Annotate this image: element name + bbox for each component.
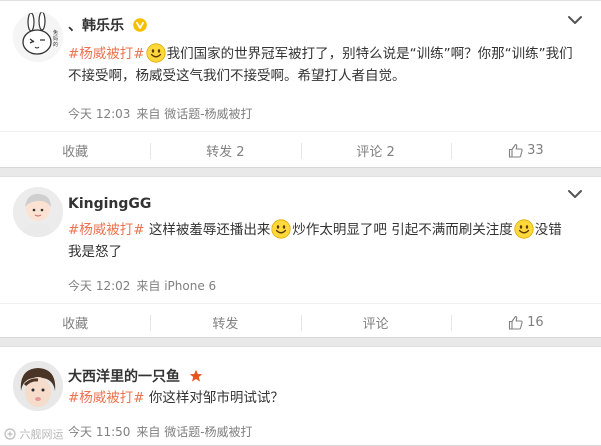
logo-icon bbox=[4, 428, 16, 440]
post-content: #杨威被打# 你这样对邹市明试试？ bbox=[68, 387, 578, 409]
content-text: 这样被羞辱还播出来 bbox=[144, 222, 271, 238]
like-count: 16 bbox=[527, 315, 544, 330]
post-time[interactable]: 今天 12:02 bbox=[68, 279, 130, 293]
collect-button[interactable]: 收藏 bbox=[0, 304, 150, 341]
watermark-text: 六舰网运 bbox=[19, 428, 64, 441]
repost-button[interactable]: 转发 2 bbox=[150, 132, 300, 169]
content-line: #杨威被打# 你这样对邹市明试试？ bbox=[68, 387, 578, 409]
smile-emoji-icon bbox=[271, 219, 292, 239]
comment-label: 评论 2 bbox=[356, 145, 395, 160]
post-time[interactable]: 今天 12:03 bbox=[68, 107, 130, 121]
thumb-up-icon bbox=[509, 143, 523, 158]
content-line: 不接受啊，杨威受这气我们不接受啊。希望打人者自觉。 bbox=[68, 65, 578, 87]
post-meta: 今天 11:50 来自 微话题-杨威被打 bbox=[68, 423, 253, 440]
comment-label: 评论 bbox=[362, 317, 389, 332]
author-name[interactable]: 大西洋里的一只鱼 bbox=[68, 366, 203, 386]
post-card: KingingGG #杨威被打# 这样被羞辱还播出来 炒作太明显了吧 引起不满而刷… bbox=[0, 176, 601, 338]
content-line: #杨威被打# 我们国家的世界冠军被打了，别特么说是“训练”啊？你那“训练”我们 bbox=[68, 43, 578, 65]
chevron-down-icon[interactable] bbox=[568, 15, 582, 25]
like-count: 33 bbox=[527, 143, 544, 158]
avatar[interactable] bbox=[13, 187, 63, 237]
content-text: 不接受啊，杨威受这气我们不接受啊。希望打人者自觉。 bbox=[68, 68, 406, 84]
like-button[interactable]: 33 bbox=[450, 132, 601, 169]
content-line: #杨威被打# 这样被羞辱还播出来 炒作太明显了吧 引起不满而刷关注度 没错 bbox=[68, 219, 578, 241]
author-name-text[interactable]: 、韩乐乐 bbox=[68, 18, 124, 34]
post-meta: 今天 12:03 来自 微话题-杨威被打 bbox=[68, 105, 253, 122]
thumb-up-icon bbox=[509, 315, 523, 330]
post-source[interactable]: 来自 微话题-杨威被打 bbox=[136, 107, 252, 121]
action-bar: 收藏 转发 2 评论 2 33 bbox=[0, 131, 601, 169]
post-card: 免 妈 的 、韩乐乐 #杨威被打# 我们国家的世界冠军被打了，别特么说是“训练”啊… bbox=[0, 0, 601, 168]
action-bar: 收藏 转发 评论 16 bbox=[0, 303, 601, 341]
repost-label: 转发 2 bbox=[206, 145, 245, 160]
collect-label: 收藏 bbox=[62, 317, 89, 332]
author-name[interactable]: 、韩乐乐 bbox=[68, 15, 147, 35]
post-content: #杨威被打# 这样被羞辱还播出来 炒作太明显了吧 引起不满而刷关注度 没错 我是怒了 bbox=[68, 219, 578, 263]
content-text: 你这样对邹市明试试？ bbox=[144, 390, 284, 406]
smile-emoji-icon bbox=[513, 219, 534, 239]
topic-tag[interactable]: #杨威被打# bbox=[68, 46, 145, 62]
collect-button[interactable]: 收藏 bbox=[0, 132, 150, 169]
content-text: 我们国家的世界冠军被打了，别特么说是“训练”啊？你那“训练”我们 bbox=[166, 46, 573, 62]
svg-text:的: 的 bbox=[53, 41, 58, 48]
verified-badge-icon bbox=[133, 18, 147, 32]
author-name[interactable]: KingingGG bbox=[68, 196, 151, 212]
svg-text:免: 免 bbox=[53, 29, 58, 36]
content-text: 我是怒了 bbox=[68, 244, 122, 260]
collect-label: 收藏 bbox=[62, 145, 89, 160]
like-button[interactable]: 16 bbox=[450, 304, 601, 341]
post-time[interactable]: 今天 11:50 bbox=[68, 425, 130, 439]
watermark: 六舰网运 bbox=[4, 426, 64, 442]
avatar[interactable]: 免 妈 的 bbox=[13, 12, 63, 62]
star-icon bbox=[189, 369, 203, 382]
chevron-down-icon[interactable] bbox=[568, 189, 582, 199]
smile-emoji-icon bbox=[145, 43, 166, 63]
svg-text:妈: 妈 bbox=[53, 35, 58, 42]
comment-button[interactable]: 评论 bbox=[300, 304, 451, 341]
topic-tag[interactable]: #杨威被打# bbox=[68, 390, 145, 406]
author-name-text[interactable]: KingingGG bbox=[68, 196, 151, 212]
topic-tag[interactable]: #杨威被打# bbox=[68, 222, 145, 238]
comment-button[interactable]: 评论 2 bbox=[300, 132, 451, 169]
content-line: 我是怒了 bbox=[68, 241, 578, 263]
post-meta: 今天 12:02 来自 iPhone 6 bbox=[68, 277, 216, 294]
post-source[interactable]: 来自 iPhone 6 bbox=[136, 279, 216, 293]
repost-button[interactable]: 转发 bbox=[150, 304, 300, 341]
author-name-text[interactable]: 大西洋里的一只鱼 bbox=[68, 369, 180, 385]
content-text: 没错 bbox=[534, 222, 562, 238]
post-card: 大西洋里的一只鱼 #杨威被打# 你这样对邹市明试试？ 今天 11:50 来自 微话… bbox=[0, 346, 601, 446]
repost-label: 转发 bbox=[212, 317, 239, 332]
content-text: 炒作太明显了吧 引起不满而刷关注度 bbox=[292, 222, 513, 238]
post-content: #杨威被打# 我们国家的世界冠军被打了，别特么说是“训练”啊？你那“训练”我们 不… bbox=[68, 43, 578, 87]
post-source[interactable]: 来自 微话题-杨威被打 bbox=[136, 425, 252, 439]
avatar[interactable] bbox=[13, 361, 63, 411]
